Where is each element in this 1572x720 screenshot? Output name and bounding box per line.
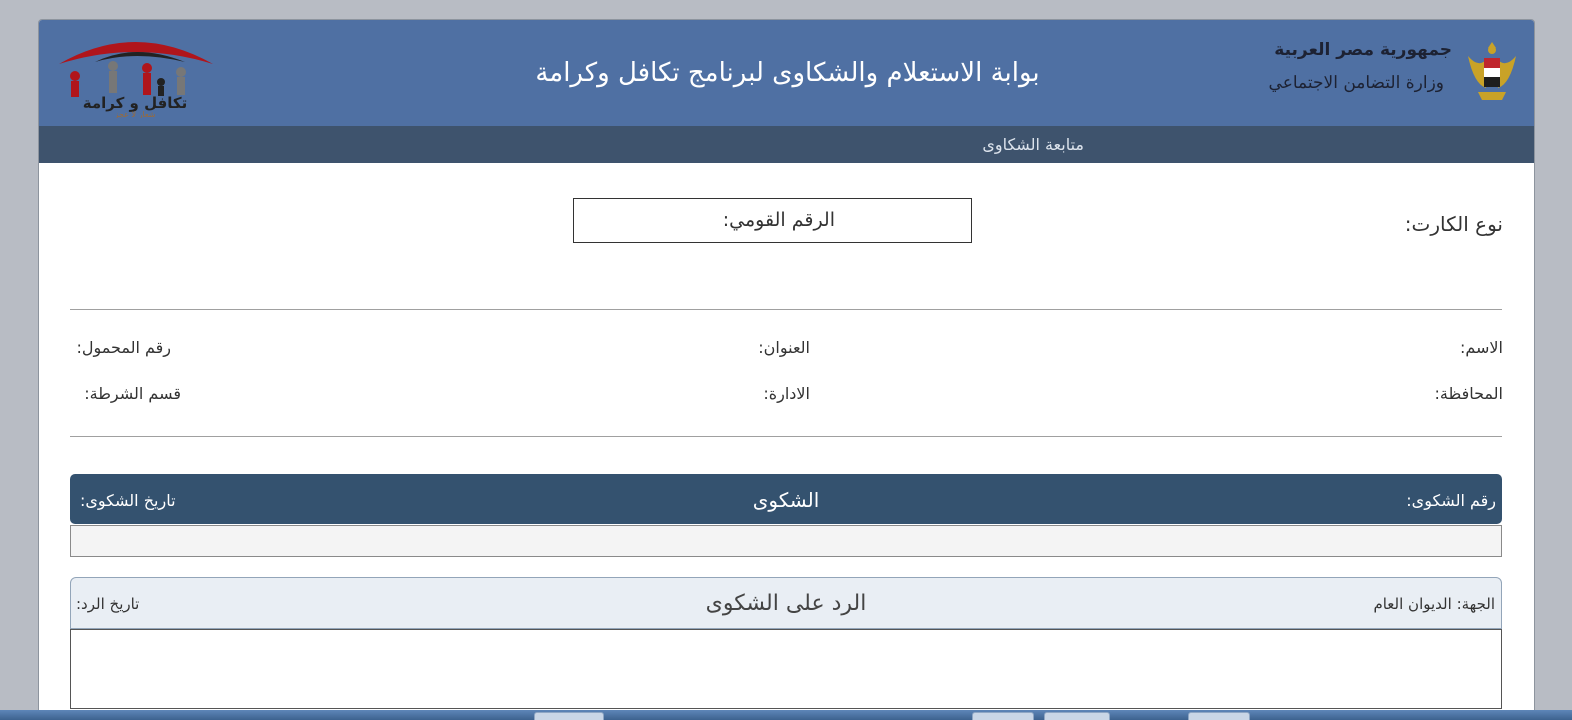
logo-slogan: شعار لا عجز [114, 110, 156, 118]
ministry-name: وزارة التضامن الاجتماعي [1268, 73, 1444, 93]
reply-date-label: تاريخ الرد: [76, 595, 140, 613]
complaint-date-label: تاريخ الشكوى: [80, 491, 176, 510]
card-type-label: نوع الكارت: [1404, 212, 1503, 236]
name-label: الاسم: [1459, 338, 1503, 357]
egypt-eagle-emblem-icon [1468, 42, 1516, 100]
complaint-text-box[interactable] [70, 525, 1502, 557]
complaint-title: الشكوى [752, 488, 820, 512]
complaint-header-bar: الشكوى رقم الشكوى: تاريخ الشكوى: [70, 474, 1502, 524]
taskbar-button[interactable] [534, 712, 604, 720]
divider [70, 436, 1502, 437]
reply-title: الرد على الشكوى [705, 591, 867, 616]
taskbar-button[interactable] [1188, 712, 1250, 720]
police-label: قسم الشرطة: [84, 384, 181, 403]
divider [70, 309, 1502, 310]
administration-label: الادارة: [763, 384, 810, 403]
sub-navigation: متابعة الشكاوى [39, 126, 1534, 163]
complaint-number-label: رقم الشكوى: [1406, 491, 1496, 510]
governorate-label: المحافظة: [1434, 384, 1503, 403]
national-id-label: الرقم القومي: [722, 209, 835, 231]
reply-entity-label: الجهة: [1456, 595, 1495, 613]
taskbar-button[interactable] [972, 712, 1034, 720]
national-id-field[interactable]: الرقم القومي: [573, 198, 972, 243]
gov-name: جمهورية مصر العربية [1274, 40, 1452, 60]
complaints-page: تكافل و كرامة شعار لا عجز بوابة الاستعلا… [38, 19, 1535, 720]
taskbar-button[interactable] [1044, 712, 1110, 720]
reply-entity-value: الديوان العام [1373, 595, 1452, 613]
reply-header: الرد على الشكوى الجهة: الديوان العام تار… [70, 577, 1502, 629]
os-taskbar [0, 710, 1572, 720]
mobile-label: رقم المحمول: [76, 338, 171, 357]
address-label: العنوان: [758, 338, 810, 357]
page-header: تكافل و كرامة شعار لا عجز بوابة الاستعلا… [39, 20, 1534, 126]
reply-entity: الجهة: الديوان العام [1373, 595, 1495, 613]
reply-text-box[interactable] [70, 629, 1502, 709]
nav-follow-complaints[interactable]: متابعة الشكاوى [982, 135, 1084, 154]
